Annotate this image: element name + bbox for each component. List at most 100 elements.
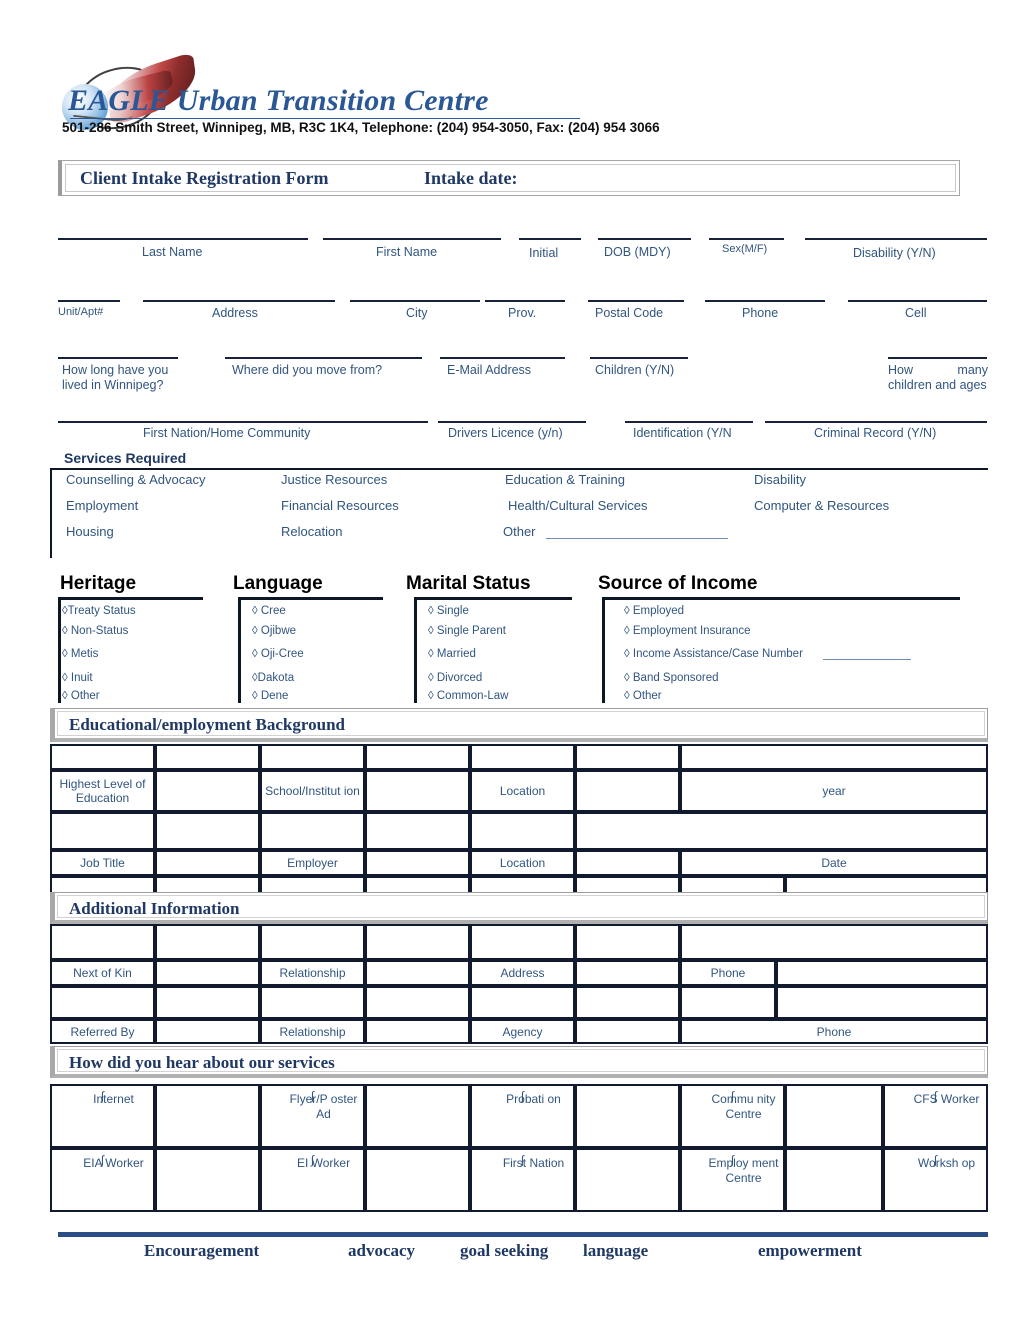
income-option-other[interactable]: ◊ Other <box>624 690 662 702</box>
edu-input-cell[interactable] <box>260 744 365 770</box>
emp-input-cell[interactable] <box>260 812 365 850</box>
addl-input-cell[interactable] <box>260 986 365 1019</box>
service-other-input-line[interactable] <box>546 538 728 539</box>
hear-input-cell[interactable] <box>365 1148 470 1212</box>
line-cell[interactable] <box>848 300 987 302</box>
hear-option-flyer-poster-ad[interactable]: ∫ Flyer/P oster Ad <box>260 1084 365 1148</box>
service-disability[interactable]: Disability <box>754 472 806 487</box>
line-drivers-licence[interactable] <box>438 421 586 423</box>
line-phone[interactable] <box>705 300 825 302</box>
addl-input-cell[interactable] <box>155 986 260 1019</box>
language-option-oji-cree[interactable]: ◊ Oji-Cree <box>252 648 304 660</box>
income-option-band-sponsored[interactable]: ◊ Band Sponsored <box>624 672 719 684</box>
hear-option-first-nation[interactable]: ∫ First Nation <box>470 1148 575 1212</box>
addl-input-cell[interactable] <box>365 924 470 960</box>
service-housing[interactable]: Housing <box>66 524 114 539</box>
line-dob[interactable] <box>598 238 691 240</box>
addl-input-cell[interactable] <box>470 924 575 960</box>
edu-input-cell[interactable] <box>470 744 575 770</box>
line-moved-from[interactable] <box>225 357 422 359</box>
edu-input-cell[interactable] <box>155 770 260 812</box>
hear-input-cell[interactable] <box>155 1148 260 1212</box>
line-postal-code[interactable] <box>588 300 684 302</box>
addl-input-cell[interactable] <box>575 924 680 960</box>
edu-input-cell[interactable] <box>365 744 470 770</box>
hear-option-probation[interactable]: ∫ Probati on <box>470 1084 575 1148</box>
line-first-name[interactable] <box>323 238 501 240</box>
line-how-long-winnipeg[interactable] <box>58 357 178 359</box>
service-relocation[interactable]: Relocation <box>281 524 342 539</box>
heritage-option-metis[interactable]: ◊ Metis <box>62 648 98 660</box>
service-health-cultural[interactable]: Health/Cultural Services <box>508 498 647 513</box>
addl-input-cell[interactable] <box>155 924 260 960</box>
marital-option-single[interactable]: ◊ Single <box>428 605 469 617</box>
addl-input-cell[interactable] <box>365 960 470 986</box>
line-criminal-record[interactable] <box>765 421 987 423</box>
heritage-option-treaty-status[interactable]: ◊Treaty Status <box>62 605 136 617</box>
hear-input-cell[interactable] <box>575 1148 680 1212</box>
addl-input-cell[interactable] <box>680 924 988 960</box>
addl-input-cell[interactable] <box>155 1019 260 1044</box>
line-children-yn[interactable] <box>590 357 688 359</box>
hear-input-cell[interactable] <box>785 1084 883 1148</box>
heritage-option-non-status[interactable]: ◊ Non-Status <box>62 625 128 637</box>
line-first-nation[interactable] <box>58 421 428 423</box>
hear-input-cell[interactable] <box>575 1084 680 1148</box>
addl-input-cell[interactable] <box>575 960 680 986</box>
edu-input-cell[interactable] <box>575 770 680 812</box>
service-employment[interactable]: Employment <box>66 498 138 513</box>
income-option-income-assistance[interactable]: ◊ Income Assistance/Case Number <box>624 648 803 660</box>
line-city[interactable] <box>350 300 480 302</box>
hear-input-cell[interactable] <box>155 1084 260 1148</box>
hear-option-ei-worker[interactable]: ∫ EI Worker <box>260 1148 365 1212</box>
service-counselling-advocacy[interactable]: Counselling & Advocacy <box>66 472 205 487</box>
hear-option-workshop[interactable]: ∫ Worksh op <box>883 1148 988 1212</box>
heritage-option-other[interactable]: ◊ Other <box>62 690 100 702</box>
marital-option-married[interactable]: ◊ Married <box>428 648 476 660</box>
edu-input-cell[interactable] <box>155 744 260 770</box>
addl-input-cell[interactable] <box>260 924 365 960</box>
language-option-cree[interactable]: ◊ Cree <box>252 605 286 617</box>
emp-input-cell[interactable] <box>575 850 680 876</box>
line-email[interactable] <box>440 357 565 359</box>
hear-option-employment-centre[interactable]: ∫ Employ ment Centre <box>680 1148 785 1212</box>
marital-option-common-law[interactable]: ◊ Common-Law <box>428 690 508 702</box>
income-option-employment-insurance[interactable]: ◊ Employment Insurance <box>624 625 751 637</box>
income-case-number-line[interactable] <box>823 659 911 660</box>
emp-input-cell[interactable] <box>365 850 470 876</box>
hear-option-internet[interactable]: ∫ Internet <box>50 1084 155 1148</box>
line-address[interactable] <box>143 300 335 302</box>
line-children-count[interactable] <box>888 357 987 359</box>
addl-input-cell[interactable] <box>776 986 988 1019</box>
addl-input-cell[interactable] <box>470 986 575 1019</box>
line-unit-apt[interactable] <box>58 300 120 302</box>
addl-input-cell[interactable] <box>680 986 776 1019</box>
service-other[interactable]: Other <box>503 524 536 539</box>
emp-input-cell[interactable] <box>50 812 155 850</box>
edu-input-cell[interactable] <box>680 744 988 770</box>
line-identification[interactable] <box>625 421 753 423</box>
line-sex[interactable] <box>709 238 784 240</box>
income-option-employed[interactable]: ◊ Employed <box>624 605 684 617</box>
addl-input-cell[interactable] <box>50 986 155 1019</box>
emp-input-cell[interactable] <box>365 812 470 850</box>
language-option-ojibwe[interactable]: ◊ Ojibwe <box>252 625 296 637</box>
line-disability[interactable] <box>805 238 987 240</box>
hear-option-cfs-worker[interactable]: ∫ CFS Worker <box>883 1084 988 1148</box>
language-option-dakota[interactable]: ◊Dakota <box>252 672 294 684</box>
addl-input-cell[interactable] <box>50 924 155 960</box>
addl-input-cell[interactable] <box>575 986 680 1019</box>
line-prov[interactable] <box>485 300 565 302</box>
emp-input-cell[interactable] <box>470 812 575 850</box>
edu-input-cell[interactable] <box>365 770 470 812</box>
line-initial[interactable] <box>519 238 581 240</box>
addl-input-cell[interactable] <box>365 986 470 1019</box>
addl-input-cell[interactable] <box>365 1019 470 1044</box>
edu-input-cell[interactable] <box>50 744 155 770</box>
emp-input-cell[interactable] <box>155 850 260 876</box>
service-computer-resources[interactable]: Computer & Resources <box>754 498 889 513</box>
marital-option-divorced[interactable]: ◊ Divorced <box>428 672 482 684</box>
emp-input-cell[interactable] <box>155 812 260 850</box>
edu-input-cell[interactable] <box>575 744 680 770</box>
hear-option-community-centre[interactable]: ∫ Commu nity Centre <box>680 1084 785 1148</box>
